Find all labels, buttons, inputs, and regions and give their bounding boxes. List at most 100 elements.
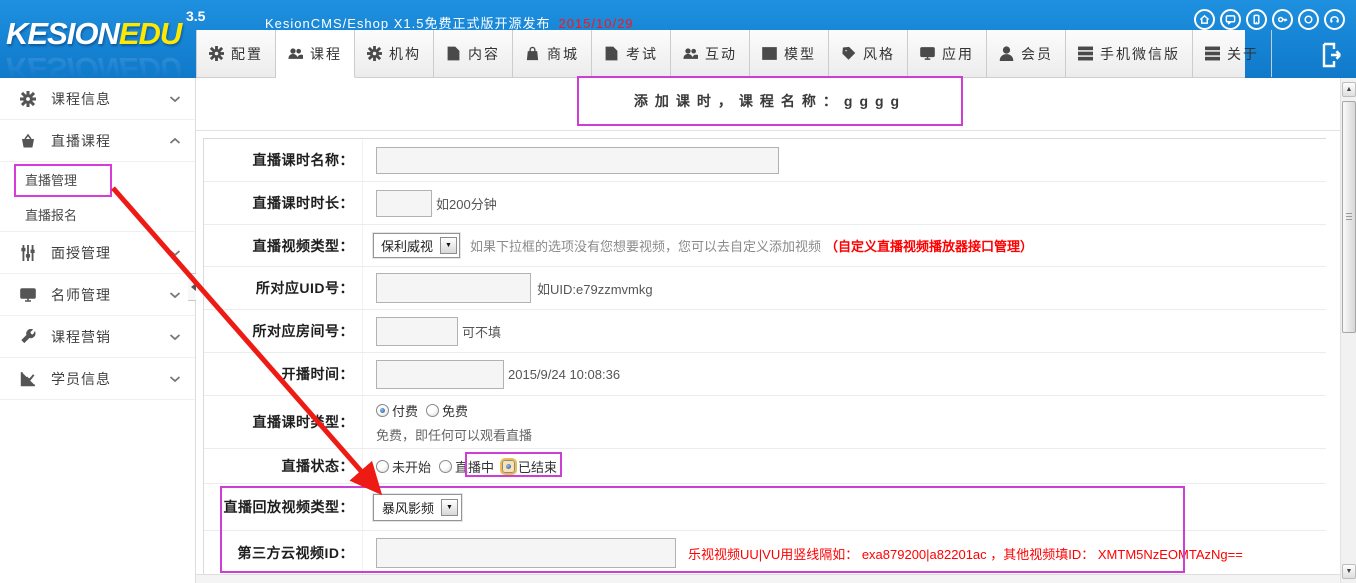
form-row-room: 所对应房间号： 可不填 <box>204 310 1326 353</box>
wrench-icon <box>20 329 36 345</box>
main-nav: 配置 课程 机构 内容 商城 考试 互动 模型 风格 应用 会员 手机微信版 关… <box>196 30 1245 78</box>
sidebar-item-course-info[interactable]: 课程信息 <box>0 78 195 120</box>
room-input[interactable] <box>376 317 458 346</box>
banner-title: 添加课时，课程名称：gggg <box>634 91 906 111</box>
custom-player-link[interactable]: （自定义直播视频播放器接口管理） <box>825 236 1033 255</box>
vertical-scrollbar: ▲ ▼ <box>1340 78 1356 583</box>
lesson-name-input[interactable] <box>376 147 779 174</box>
tab-courses[interactable]: 课程 <box>276 30 355 78</box>
radio-paid[interactable] <box>376 404 389 417</box>
sidebar-subitem-live-management[interactable]: 直播管理 <box>0 162 195 197</box>
tab-models[interactable]: 模型 <box>750 30 829 77</box>
radio-not-started[interactable] <box>376 460 389 473</box>
home-icon[interactable] <box>1194 9 1215 30</box>
sidebar-item-course-marketing[interactable]: 课程营销 <box>0 316 195 358</box>
fee-type-note: 免费，即任何可以观看直播 <box>376 425 532 444</box>
radio-live[interactable] <box>439 460 452 473</box>
sidebar-item-student-info[interactable]: 学员信息 <box>0 358 195 400</box>
document-icon <box>604 46 619 61</box>
content-bottom-strip <box>196 574 1340 583</box>
field-label: 所对应房间号： <box>204 310 363 352</box>
start-time-input[interactable] <box>376 360 504 389</box>
users-icon <box>288 46 303 61</box>
field-label: 直播课时名称： <box>204 139 363 181</box>
field-label: 直播课时类型： <box>204 396 363 448</box>
sidebar-item-live-courses[interactable]: 直播课程 <box>0 120 195 162</box>
tab-mobile-wechat[interactable]: 手机微信版 <box>1066 30 1193 77</box>
record-icon[interactable] <box>1298 9 1319 30</box>
cloud-video-id-input[interactable] <box>376 538 676 568</box>
field-label: 直播状态： <box>204 449 363 483</box>
logo: KESIONEDU KESIONEDU <box>0 0 196 78</box>
chevron-down-icon <box>169 375 181 383</box>
tab-config[interactable]: 配置 <box>196 30 276 77</box>
tab-apps[interactable]: 应用 <box>908 30 987 77</box>
basket-icon <box>20 133 36 149</box>
chevron-down-icon <box>169 291 181 299</box>
status-radios: 未开始 直播中 已结束 <box>376 457 565 476</box>
room-hint: 可不填 <box>462 322 501 341</box>
monitor-icon <box>920 46 935 61</box>
tab-mall[interactable]: 商城 <box>513 30 592 77</box>
form-row-duration: 直播课时时长： 如200分钟 <box>204 182 1326 225</box>
field-label: 第三方云视频ID： <box>204 531 363 575</box>
dropdown-arrow-icon: ▼ <box>440 237 457 254</box>
document-icon <box>446 46 461 61</box>
field-label: 所对应UID号： <box>204 267 363 309</box>
uid-hint: 如UID:e79zzmvmkg <box>537 279 653 298</box>
radio-free[interactable] <box>426 404 439 417</box>
scrollbar-thumb[interactable] <box>1342 101 1356 333</box>
logout-icon[interactable] <box>1320 41 1346 69</box>
sliders-icon <box>20 245 36 261</box>
tab-members[interactable]: 会员 <box>987 30 1066 77</box>
field-label: 直播课时时长： <box>204 182 363 224</box>
radio-ended[interactable] <box>502 460 515 473</box>
sidebar-item-teacher-management[interactable]: 名师管理 <box>0 274 195 316</box>
banner-box: 添加课时，课程名称：gggg <box>577 76 963 126</box>
form-row-cloud-id: 第三方云视频ID： 乐视视频UU|VU用竖线隔如： exa879200|a822… <box>204 531 1326 575</box>
scroll-down-button[interactable]: ▼ <box>1342 564 1356 579</box>
chart-icon <box>20 371 36 387</box>
tab-exams[interactable]: 考试 <box>592 30 671 77</box>
monitor-icon <box>20 287 36 303</box>
gear-icon <box>209 46 224 61</box>
chevron-up-icon <box>169 137 181 145</box>
duration-input[interactable] <box>376 190 432 217</box>
tab-institutions[interactable]: 机构 <box>355 30 434 77</box>
release-date: 2015/10/29 <box>558 16 633 31</box>
uid-input[interactable] <box>376 273 531 303</box>
logo-primary: KESION <box>6 16 119 51</box>
chevron-down-icon <box>169 333 181 341</box>
video-type-select[interactable]: 保利威视 ▼ <box>373 233 460 258</box>
playback-type-select[interactable]: 暴风影频 ▼ <box>373 494 462 521</box>
shopping-bag-icon <box>525 46 540 61</box>
tab-interaction[interactable]: 互动 <box>671 30 750 77</box>
duration-hint: 如200分钟 <box>436 194 497 213</box>
dropdown-arrow-icon: ▼ <box>441 499 458 516</box>
sidebar-subitem-live-registration[interactable]: 直播报名 <box>0 197 195 232</box>
mobile-icon[interactable] <box>1246 9 1267 30</box>
form-row-name: 直播课时名称： <box>204 139 1326 182</box>
video-type-hint: 如果下拉框的选项没有您想要视频，您可以去自定义添加视频 <box>470 236 821 255</box>
sidebar: 课程信息 直播课程 直播管理 直播报名 面授管理 名师管理 课程营销 <box>0 78 196 583</box>
tab-about[interactable]: 关于 <box>1193 30 1272 77</box>
start-time-hint: 2015/9/24 10:08:36 <box>508 367 620 382</box>
key-icon[interactable] <box>1272 9 1293 30</box>
field-label: 开播时间： <box>204 353 363 395</box>
gear-icon <box>367 46 382 61</box>
sidebar-item-offline-management[interactable]: 面授管理 <box>0 232 195 274</box>
chevron-down-icon <box>169 249 181 257</box>
field-label: 直播回放视频类型： <box>204 484 363 530</box>
kesionedu-admin-page: KESIONEDU KESIONEDU 3.5 KesionCMS/Eshop … <box>0 0 1356 583</box>
form-row-status: 直播状态： 未开始 直播中 已结束 <box>204 449 1326 484</box>
form-row-uid: 所对应UID号： 如UID:e79zzmvmkg <box>204 267 1326 310</box>
service-icon[interactable] <box>1324 9 1345 30</box>
table-icon <box>762 46 777 61</box>
menu-icon <box>1078 46 1093 61</box>
scroll-up-button[interactable]: ▲ <box>1342 82 1356 97</box>
tab-content[interactable]: 内容 <box>434 30 513 77</box>
release-title-text: KesionCMS/Eshop X1.5免费正式版开源发布 <box>265 16 550 31</box>
form-row-fee-type: 直播课时类型： 付费 免费 免费，即任何可以观看直播 <box>204 396 1326 449</box>
chat-icon[interactable] <box>1220 9 1241 30</box>
tab-styles[interactable]: 风格 <box>829 30 908 77</box>
